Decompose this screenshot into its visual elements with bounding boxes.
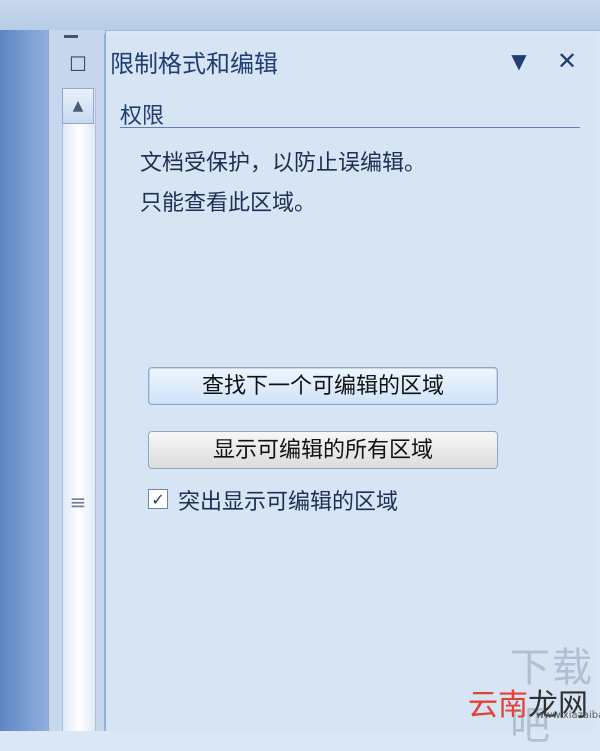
watermark-red-text: 云南 [468,688,528,723]
scroll-up-button[interactable]: ▲ [62,88,94,124]
info-text-line-2: 只能查看此区域。 [140,191,317,216]
highlight-editable-label: 突出显示可编辑的区域 [178,490,399,515]
chevron-up-icon: ▲ [72,98,84,114]
window-top-band [0,0,600,31]
close-icon[interactable]: ✕ [554,48,580,74]
vertical-scrollbar[interactable] [62,88,96,731]
checkmark-icon: ✓ [151,489,165,509]
find-next-editable-button[interactable]: 查找下一个可编辑的区域 [148,367,498,405]
show-all-editable-button[interactable]: 显示可编辑的所有区域 [148,431,498,469]
dropdown-icon[interactable]: ▼ [506,50,532,72]
scroll-grip-icon[interactable]: ≡ [66,490,90,514]
section-divider [120,127,580,128]
left-background-strip [0,30,48,731]
highlight-editable-checkbox[interactable]: ✓ [148,489,168,509]
info-text-line-1: 文档受保护，以防止误编辑。 [140,151,427,176]
view-ruler-icon[interactable]: ☐ [64,50,92,78]
panel-title: 限制格式和编辑 [110,50,278,78]
section-header: 权限 [120,104,165,129]
ruler-dash [64,35,78,38]
watermark-url: www.xiazaiba.com [536,710,600,721]
